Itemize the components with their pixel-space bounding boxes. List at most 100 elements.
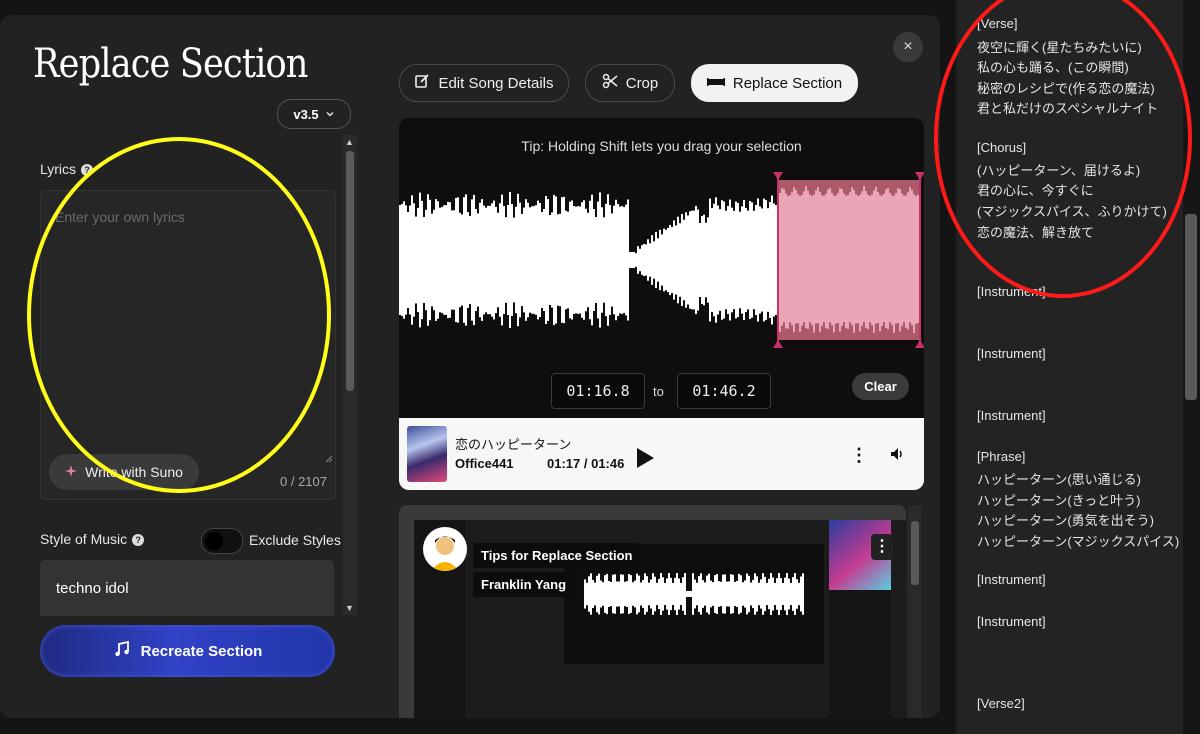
waveform-bar bbox=[441, 207, 443, 313]
waveform-bar bbox=[807, 328, 809, 340]
waveform[interactable] bbox=[399, 170, 924, 350]
style-value: techno idol bbox=[56, 580, 129, 597]
song-title[interactable]: 恋のハッピーターン bbox=[455, 434, 571, 453]
waveform-bar bbox=[675, 225, 677, 295]
waveform-bar bbox=[483, 205, 485, 315]
waveform-editor[interactable]: Tip: Holding Shift lets you drag your se… bbox=[399, 118, 924, 418]
waveform-bar bbox=[677, 216, 679, 304]
waveform-bar bbox=[679, 223, 681, 297]
video-waveform-bar bbox=[584, 579, 586, 609]
waveform-bar bbox=[791, 180, 793, 193]
waveform-bar bbox=[773, 203, 775, 317]
waveform-bar bbox=[429, 199, 431, 321]
waveform-bar bbox=[861, 180, 863, 192]
close-button[interactable]: × bbox=[893, 32, 923, 62]
waveform-bar bbox=[693, 210, 695, 310]
waveform-bar bbox=[701, 216, 703, 304]
waveform-bar bbox=[439, 207, 441, 313]
video-waveform-bar bbox=[626, 581, 628, 607]
waveform-bar bbox=[741, 206, 743, 314]
waveform-bar bbox=[909, 322, 911, 340]
tutorial-video[interactable]: ⋮ Tips for Replace Section Franklin Yang bbox=[399, 505, 906, 718]
video-waveform-bar bbox=[774, 582, 776, 606]
volume-icon[interactable] bbox=[889, 446, 905, 465]
waveform-bar bbox=[519, 202, 521, 318]
waveform-bar bbox=[763, 198, 765, 322]
waveform-bar bbox=[631, 252, 633, 268]
end-time-field[interactable]: 01:46.2 bbox=[677, 373, 771, 409]
waveform-bar bbox=[821, 325, 823, 340]
video-waveform-bar bbox=[730, 574, 732, 614]
waveform-bar bbox=[571, 200, 573, 320]
video-waveform-bar bbox=[724, 574, 726, 614]
video-waveform-bar bbox=[628, 573, 630, 615]
waveform-bar bbox=[845, 180, 847, 196]
waveform-bar bbox=[537, 200, 539, 320]
waveform-bar bbox=[507, 204, 509, 316]
waveform-bar bbox=[817, 323, 819, 340]
waveform-bar bbox=[511, 204, 513, 316]
waveform-bar bbox=[459, 212, 461, 308]
video-waveform-bar bbox=[732, 574, 734, 614]
clear-button[interactable]: Clear bbox=[852, 373, 909, 400]
scroll-thumb[interactable] bbox=[1185, 214, 1197, 400]
video-scrollbar[interactable] bbox=[908, 505, 922, 718]
style-of-music-input[interactable]: techno idol bbox=[40, 560, 334, 616]
more-options-icon[interactable]: ⋮ bbox=[850, 445, 868, 466]
help-icon[interactable]: ? bbox=[132, 534, 145, 547]
waveform-bar bbox=[857, 180, 859, 196]
video-waveform-bar bbox=[782, 582, 784, 606]
waveform-bar bbox=[899, 180, 901, 190]
exclude-styles-toggle[interactable] bbox=[201, 528, 243, 554]
waveform-bar bbox=[869, 322, 871, 340]
video-more-icon[interactable]: ⋮ bbox=[871, 534, 893, 560]
waveform-bar bbox=[629, 252, 631, 268]
tab-crop[interactable]: Crop bbox=[585, 64, 675, 102]
waveform-bar bbox=[435, 199, 437, 321]
left-scrollbar[interactable]: ▲ ▼ bbox=[343, 135, 357, 615]
video-waveform-bar bbox=[664, 582, 666, 606]
waveform-bar bbox=[913, 180, 915, 195]
waveform-bar bbox=[885, 327, 887, 340]
video-waveform-bar bbox=[704, 582, 706, 606]
video-waveform-bar bbox=[746, 573, 748, 615]
waveform-bar bbox=[883, 322, 885, 340]
scroll-down-icon[interactable]: ▼ bbox=[345, 603, 354, 613]
tab-label: Edit Song Details bbox=[438, 74, 554, 92]
waveform-bar bbox=[729, 199, 731, 321]
waveform-bar bbox=[605, 203, 607, 317]
waveform-bar bbox=[437, 201, 439, 319]
replace-section-icon bbox=[706, 75, 725, 92]
recreate-section-button[interactable]: Recreate Section bbox=[40, 625, 335, 677]
video-waveform-bar bbox=[696, 582, 698, 606]
video-waveform-bar bbox=[750, 582, 752, 606]
artist-name[interactable]: Office441 bbox=[455, 456, 514, 471]
waveform-bar bbox=[647, 239, 649, 281]
waveform-bar bbox=[547, 199, 549, 321]
video-waveform-bar bbox=[688, 591, 690, 597]
video-waveform-bar bbox=[654, 576, 656, 612]
video-waveform-bar bbox=[600, 580, 602, 608]
waveform-bar bbox=[843, 180, 845, 194]
tab-replace-section[interactable]: Replace Section bbox=[691, 64, 858, 102]
video-waveform-bar bbox=[594, 582, 596, 606]
scroll-up-icon[interactable]: ▲ bbox=[345, 137, 354, 147]
play-icon[interactable] bbox=[637, 448, 654, 468]
start-time-field[interactable]: 01:16.8 bbox=[551, 373, 645, 409]
tab-edit-song-details[interactable]: Edit Song Details bbox=[399, 64, 569, 102]
waveform-bar bbox=[801, 325, 803, 340]
waveform-bar bbox=[863, 180, 865, 187]
version-select[interactable]: v3.5 bbox=[277, 99, 351, 129]
scroll-thumb[interactable] bbox=[911, 521, 919, 585]
resize-handle-icon[interactable] bbox=[325, 455, 333, 463]
waveform-bar bbox=[909, 180, 911, 188]
waveform-bar bbox=[899, 331, 901, 340]
waveform-bar bbox=[661, 234, 663, 286]
waveform-bar bbox=[913, 332, 915, 340]
waveform-bar bbox=[527, 202, 529, 318]
scroll-thumb[interactable] bbox=[346, 151, 354, 391]
selection-region[interactable] bbox=[778, 180, 921, 340]
waveform-bar bbox=[501, 194, 503, 326]
waveform-bar bbox=[823, 180, 825, 196]
video-waveform-bar bbox=[802, 573, 804, 615]
